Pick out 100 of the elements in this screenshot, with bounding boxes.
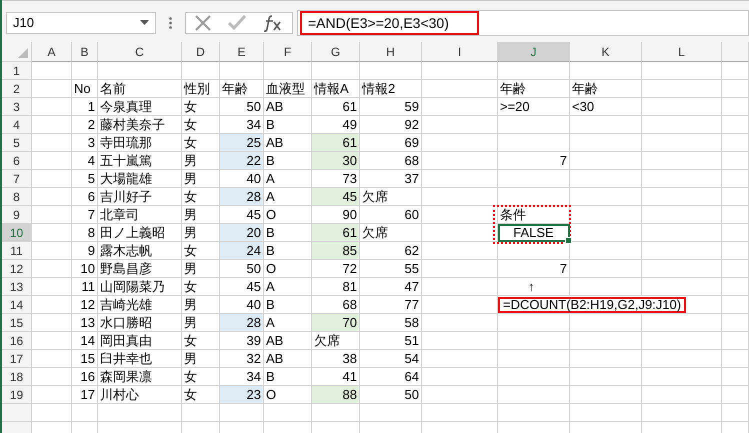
table-cell[interactable]: 北章司 — [98, 206, 182, 224]
table-cell[interactable] — [32, 98, 72, 116]
table-cell[interactable] — [570, 350, 642, 368]
table-cell[interactable] — [570, 242, 642, 260]
table-cell[interactable] — [498, 188, 570, 206]
table-cell[interactable]: 吉川好子 — [98, 188, 182, 206]
table-cell[interactable]: 7 — [498, 260, 570, 278]
table-cell[interactable]: B — [264, 368, 312, 386]
table-cell[interactable]: 62 — [360, 242, 422, 260]
table-cell[interactable]: 61 — [312, 134, 360, 152]
table-cell[interactable] — [422, 62, 498, 80]
row-header[interactable]: 18 — [2, 368, 32, 386]
table-cell[interactable]: 五十嵐篤 — [98, 152, 182, 170]
table-cell[interactable]: 10 — [72, 260, 98, 278]
table-cell[interactable]: 13 — [72, 314, 98, 332]
table-cell[interactable] — [32, 80, 72, 98]
table-cell[interactable] — [32, 116, 72, 134]
table-cell[interactable]: B — [264, 116, 312, 134]
table-cell[interactable]: 4 — [72, 152, 98, 170]
table-cell[interactable]: 川村心 — [98, 386, 182, 404]
table-cell[interactable]: 69 — [360, 134, 422, 152]
table-cell[interactable] — [422, 134, 498, 152]
table-cell[interactable] — [642, 152, 722, 170]
table-cell[interactable]: 68 — [360, 152, 422, 170]
table-cell[interactable] — [498, 350, 570, 368]
table-cell[interactable]: 39 — [220, 332, 264, 350]
table-cell[interactable]: 9 — [72, 242, 98, 260]
table-cell[interactable] — [570, 170, 642, 188]
table-cell[interactable]: 2 — [72, 116, 98, 134]
table-cell[interactable] — [642, 134, 722, 152]
table-cell[interactable]: 45 — [220, 278, 264, 296]
table-cell[interactable]: 山岡陽菜乃 — [98, 278, 182, 296]
table-cell[interactable]: 23 — [220, 386, 264, 404]
table-cell[interactable] — [570, 404, 642, 422]
table-cell[interactable]: 年齢 — [498, 80, 570, 98]
table-cell[interactable]: 男 — [182, 260, 220, 278]
table-cell[interactable] — [422, 368, 498, 386]
table-cell[interactable] — [498, 368, 570, 386]
table-cell[interactable]: 男 — [182, 170, 220, 188]
column-header[interactable]: F — [264, 42, 312, 62]
table-cell[interactable] — [642, 116, 722, 134]
column-header[interactable]: G — [312, 42, 360, 62]
table-cell[interactable] — [182, 404, 220, 422]
table-cell[interactable]: 男 — [182, 296, 220, 314]
table-cell[interactable]: A — [264, 278, 312, 296]
table-cell[interactable]: 年齢 — [570, 80, 642, 98]
table-cell[interactable] — [422, 242, 498, 260]
table-cell[interactable] — [722, 224, 749, 242]
table-cell[interactable]: 大場龍雄 — [98, 170, 182, 188]
table-cell[interactable]: AB — [264, 332, 312, 350]
table-cell[interactable]: 田ノ上義昭 — [98, 224, 182, 242]
table-cell[interactable] — [570, 332, 642, 350]
table-cell[interactable]: 名前 — [98, 80, 182, 98]
row-header[interactable]: 2 — [2, 80, 32, 98]
table-cell[interactable] — [32, 368, 72, 386]
table-cell[interactable] — [32, 278, 72, 296]
table-cell[interactable] — [498, 386, 570, 404]
table-cell[interactable]: 男 — [182, 206, 220, 224]
table-cell[interactable] — [422, 98, 498, 116]
table-cell[interactable] — [422, 332, 498, 350]
row-header[interactable]: 9 — [2, 206, 32, 224]
table-cell[interactable]: 64 — [360, 368, 422, 386]
name-box[interactable]: J10 — [6, 12, 156, 34]
table-cell[interactable] — [498, 134, 570, 152]
row-header[interactable]: 13 — [2, 278, 32, 296]
table-cell[interactable]: 28 — [220, 314, 264, 332]
row-header[interactable]: 12 — [2, 260, 32, 278]
table-cell[interactable] — [642, 98, 722, 116]
table-cell[interactable] — [422, 260, 498, 278]
table-cell[interactable] — [182, 62, 220, 80]
table-cell[interactable]: 情報2 — [360, 80, 422, 98]
table-cell[interactable] — [32, 404, 72, 422]
table-cell[interactable] — [498, 314, 570, 332]
table-cell[interactable]: 88 — [312, 386, 360, 404]
column-header[interactable]: K — [570, 42, 642, 62]
table-cell[interactable]: 81 — [312, 278, 360, 296]
table-cell[interactable]: 16 — [72, 368, 98, 386]
table-cell[interactable]: 70 — [312, 314, 360, 332]
row-header[interactable]: 15 — [2, 314, 32, 332]
table-cell[interactable]: 女 — [182, 116, 220, 134]
table-cell[interactable] — [722, 206, 749, 224]
row-header[interactable]: 3 — [2, 98, 32, 116]
table-cell[interactable] — [498, 116, 570, 134]
table-cell[interactable]: 野島昌彦 — [98, 260, 182, 278]
table-cell[interactable]: 12 — [72, 296, 98, 314]
table-cell[interactable]: 5 — [72, 170, 98, 188]
table-cell[interactable]: B — [264, 296, 312, 314]
table-cell[interactable] — [570, 188, 642, 206]
table-cell[interactable]: 15 — [72, 350, 98, 368]
table-cell[interactable] — [422, 224, 498, 242]
table-cell[interactable]: 7 — [498, 152, 570, 170]
select-all-button[interactable] — [2, 42, 32, 62]
table-cell[interactable] — [32, 260, 72, 278]
table-cell[interactable]: 3 — [72, 134, 98, 152]
table-cell[interactable] — [570, 314, 642, 332]
table-cell[interactable]: 20 — [220, 224, 264, 242]
table-cell[interactable]: 77 — [360, 296, 422, 314]
table-cell[interactable]: 欠席 — [312, 332, 360, 350]
table-cell[interactable] — [264, 62, 312, 80]
table-cell[interactable]: AB — [264, 350, 312, 368]
